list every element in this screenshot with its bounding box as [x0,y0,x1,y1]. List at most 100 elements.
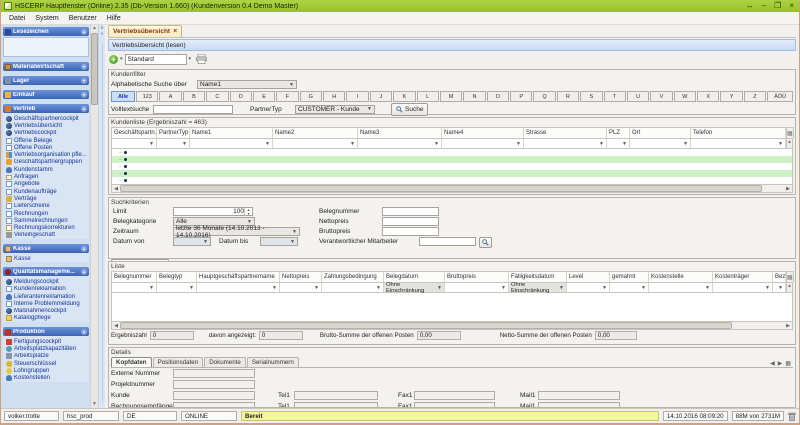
sidebar-item[interactable]: Vertriebsübersicht [6,122,89,129]
sidebar-item[interactable]: Vertriebsorganisation pfle... [6,151,89,158]
alphabet-button[interactable]: C [206,91,228,102]
mail-input[interactable] [538,391,620,400]
alphabet-button[interactable]: Q [533,91,555,102]
alphabet-button[interactable]: P [510,91,532,102]
collapse-arrow-icon[interactable]: ▴ [81,246,87,252]
sidebar-section-qualitaetsmanagement[interactable]: Qualitätsmanageme... ▴ [3,267,89,276]
alphabet-button[interactable]: ÄÖÜ [767,91,793,102]
sidebar-item[interactable]: Rechnungskorrekturen [6,224,89,231]
sidebar-item[interactable]: Fertigungscockpit [6,338,89,345]
column-header[interactable]: Name4 [442,128,524,138]
sidebar-item[interactable]: Steuerschlüssel [6,360,89,367]
column-header[interactable]: Geschäftspartn... [112,128,157,138]
sidebar-item[interactable]: Verträge [6,195,89,202]
sidebar-item[interactable]: Kundenstamm [6,166,89,173]
tab-vertriebsuebersicht[interactable]: Vertriebsübersicht × [108,25,182,37]
datum-von-input[interactable]: ▼ [173,237,211,246]
tab-scroll-left-icon[interactable]: ◀ [770,360,775,367]
belegnummer-input[interactable] [382,207,439,216]
mitarbeiter-suche-button[interactable] [479,237,492,248]
fax-input[interactable] [414,391,495,400]
nettopreis-input[interactable] [382,217,439,226]
column-header[interactable]: Fälligkeitsdatum [509,272,567,282]
trash-icon[interactable] [788,412,796,421]
alphabet-button[interactable]: I [346,91,368,102]
scroll-up-icon[interactable]: ▲ [92,25,97,32]
sidebar-item[interactable]: Kasse [6,255,89,262]
alphabet-button[interactable]: N [463,91,485,102]
sidebar-section-kasse[interactable]: Kasse ▴ [3,244,89,253]
pin-icon[interactable]: ↔ [746,2,754,10]
column-header[interactable]: gemahnt [610,272,649,282]
sidebar-item[interactable]: Anfragen [6,173,89,180]
column-header[interactable]: Ort [630,128,691,138]
sidebar-item[interactable]: Interne Problemmeldung [6,300,89,307]
column-filter[interactable]: ▼ [190,139,273,148]
tab-scroll-right-icon[interactable]: ▶ [778,360,783,367]
alphabet-button[interactable]: S [580,91,602,102]
alphabet-button[interactable]: V [650,91,672,102]
column-header[interactable]: Belegdatum [384,272,445,282]
column-header[interactable]: Name3 [358,128,442,138]
horizontal-scrollbar[interactable]: ◀ ▶ [111,322,793,330]
details-input[interactable] [173,380,255,389]
sidebar-section-produktion[interactable]: Produktion ▴ [3,327,89,336]
alphabet-button[interactable]: Y [720,91,742,102]
sidebar-item[interactable]: Kundenaufträge [6,188,89,195]
collapse-arrow-icon[interactable]: ▾ [81,92,87,98]
collapse-arrow-icon[interactable]: ▾ [81,78,87,84]
column-header[interactable]: Bruttopreis [445,272,509,282]
maximize-button[interactable]: ❐ [774,2,781,10]
column-header[interactable]: Telefon [691,128,786,138]
column-header[interactable]: Strasse [524,128,607,138]
sidebar-section-vertrieb[interactable]: Vertrieb ▴ [3,104,89,113]
sidebar-section-lesezeichen[interactable]: Lesezeichen ▴ [3,27,89,36]
sidebar-item[interactable]: Offene Belege [6,137,89,144]
alphabet-button[interactable]: M [440,91,462,102]
details-tab[interactable]: Dokumente [204,357,246,367]
volltextsuche-input[interactable] [153,105,233,114]
scroll-left-icon[interactable]: ◀ [112,186,120,192]
tab-list-icon[interactable]: ▦ [785,360,791,367]
sidebar-splitter[interactable]: ∧ « [98,25,105,408]
sidebar-item[interactable]: Offene Posten [6,144,89,151]
details-tab[interactable]: Kopfdaten [111,357,152,367]
sidebar-item[interactable]: Kostenstellen [6,375,89,382]
sidebar-item[interactable]: Lohngruppen [6,367,89,374]
alphabet-button[interactable]: G [300,91,322,102]
column-header[interactable]: Name2 [273,128,358,138]
column-header[interactable]: Bez [773,272,786,282]
sidebar-section-lager[interactable]: Lager ▾ [3,76,89,85]
column-filter[interactable]: ▼ [445,283,509,292]
sidebar-item[interactable]: Sammelrechnungen [6,217,89,224]
scrollbar-thumb[interactable] [120,322,732,329]
close-button[interactable]: × [789,2,794,10]
table-row[interactable]: – [112,149,792,156]
column-filter[interactable]: ▼ [713,283,773,292]
column-filter[interactable]: ▼ [273,139,358,148]
column-header[interactable]: Level [567,272,610,282]
column-filter[interactable]: ▼ [322,283,384,292]
menu-item[interactable]: Hilfe [102,15,126,22]
datum-bis-input[interactable]: ▼ [260,237,298,246]
add-dropdown-icon[interactable]: ▾ [120,56,123,62]
column-settings-icon[interactable]: ▦ [787,127,794,138]
details-tab[interactable]: Serialnummern [247,357,299,367]
scroll-right-icon[interactable]: ▶ [784,186,792,192]
alphabet-button[interactable]: D [230,91,252,102]
column-header[interactable]: PartnerTyp [157,128,190,138]
table-row[interactable]: – [112,156,792,163]
alphabet-button[interactable]: A [159,91,181,102]
sidebar-item[interactable]: Lieferantenreklamation [6,293,89,300]
column-header[interactable]: Name1 [190,128,273,138]
sidebar-item[interactable]: Arbeitsplatzkapazitäten [6,345,89,352]
table-row[interactable]: – [112,177,792,184]
sidebar-item[interactable]: Katalogpflege [6,315,89,322]
collapse-arrow-icon[interactable]: ▴ [81,269,87,275]
zeitraum-combobox[interactable]: letzte 36 Monate (14.10.2013 - 14.10.201… [173,227,300,236]
column-filter[interactable]: ▼ [112,283,157,292]
menu-item[interactable]: System [30,15,63,22]
alphabet-button[interactable]: 123 [136,91,158,102]
limit-input[interactable]: 100 ▲▼ [173,207,253,216]
column-header[interactable]: Belegtyp [157,272,197,282]
